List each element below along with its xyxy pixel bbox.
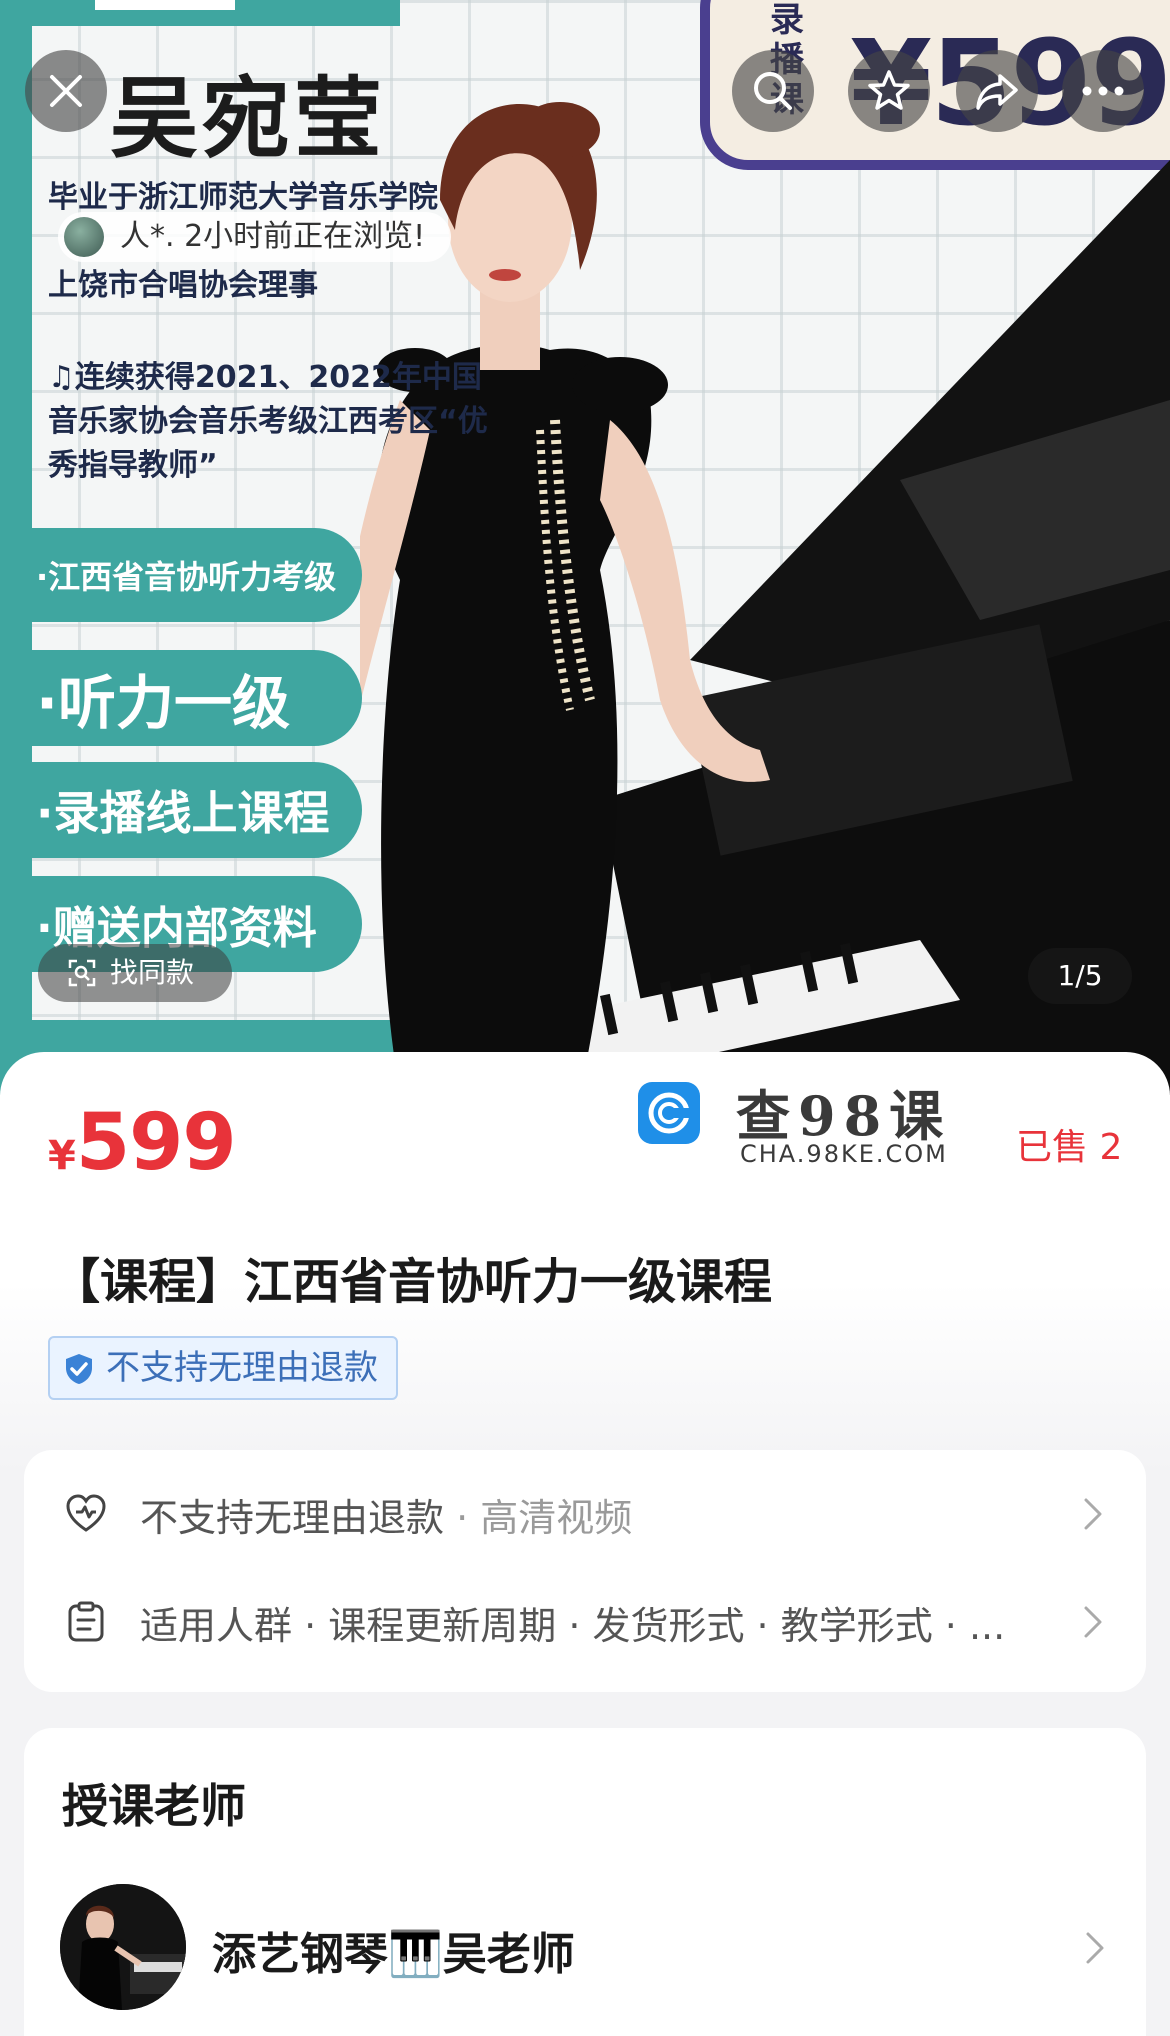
teacher-piano-photo — [360, 102, 1170, 1095]
viewer-avatar — [64, 217, 104, 257]
search-button[interactable] — [732, 50, 814, 132]
banner-teal-top — [0, 0, 400, 26]
refund-policy-badge[interactable]: 不支持无理由退款 — [48, 1336, 398, 1400]
star-icon — [868, 70, 910, 110]
watermark-subtitle: CHA.98KE.COM — [740, 1140, 948, 1168]
close-icon — [50, 75, 82, 107]
more-icon — [1082, 86, 1124, 96]
banner-pill: ·听力一级 — [0, 650, 362, 746]
banner-bio-line: 上饶市合唱协会理事 — [48, 268, 318, 303]
find-similar-button[interactable]: 找同款 — [38, 944, 232, 1002]
scan-icon — [68, 959, 96, 987]
shield-check-icon — [66, 1354, 92, 1384]
find-similar-label: 找同款 — [110, 956, 195, 989]
product-page: 录播课 ¥599 — [0, 0, 1170, 2036]
course-params-row[interactable]: 适用人群 · 课程更新周期 · 发货形式 · 教学形式 · ... — [64, 1582, 1106, 1662]
clipboard-icon — [68, 1601, 104, 1642]
heart-shield-icon — [66, 1494, 106, 1532]
chevron-right-icon[interactable] — [1082, 1928, 1108, 1968]
banner-pill: ·江西省音协听力考级 — [0, 528, 362, 622]
course-params-text: 适用人群 · 课程更新周期 · 发货形式 · 教学形式 · ... — [140, 1603, 1006, 1648]
close-button[interactable] — [25, 50, 107, 132]
recent-viewer-notice: 人*. 2小时前正在浏览! — [58, 212, 452, 262]
product-price: ¥599 — [48, 1098, 237, 1188]
service-info-card: 不支持无理由退款 · 高清视频 适用人群 · 课程更新周期 · 发货形式 · 教… — [24, 1450, 1146, 1692]
chevron-right-icon — [1084, 1606, 1102, 1638]
share-icon — [976, 74, 1018, 110]
product-title: 【课程】江西省音协听力一级课程 — [52, 1254, 773, 1310]
chevron-right-icon — [1084, 1498, 1102, 1530]
teacher-name[interactable]: 添艺钢琴🎹吴老师 — [212, 1918, 575, 1982]
refund-tag-label: 不支持无理由退款 — [106, 1348, 378, 1388]
banner-teacher-name: 吴宛莹 — [110, 67, 387, 170]
teacher-avatar[interactable] — [60, 1884, 186, 2010]
price-value: 599 — [75, 1098, 237, 1188]
banner-pill: ·录播线上课程 — [0, 762, 362, 858]
more-button[interactable] — [1062, 50, 1144, 132]
price-currency: ¥ — [48, 1133, 76, 1179]
service-guarantee-row[interactable]: 不支持无理由退款 · 高清视频 — [64, 1474, 1106, 1554]
sold-count: 已售 2 — [1016, 1127, 1123, 1168]
share-button[interactable] — [956, 50, 1038, 132]
watermark-logo — [638, 1082, 700, 1144]
banner-bio-line: ♫连续获得2021、2022年中国音乐家协会音乐考级江西考区“优秀指导教师” — [48, 360, 488, 483]
product-image-carousel[interactable]: 录播课 ¥599 — [0, 0, 1170, 1095]
service-guarantee-text: 不支持无理由退款 · 高清视频 — [140, 1495, 633, 1540]
teacher-section-heading: 授课老师 — [62, 1779, 246, 1833]
carousel-page-indicator: 1/5 — [1028, 948, 1132, 1004]
favorite-button[interactable] — [848, 50, 930, 132]
viewer-text: 人*. 2小时前正在浏览! — [120, 219, 426, 254]
search-icon — [754, 72, 792, 110]
